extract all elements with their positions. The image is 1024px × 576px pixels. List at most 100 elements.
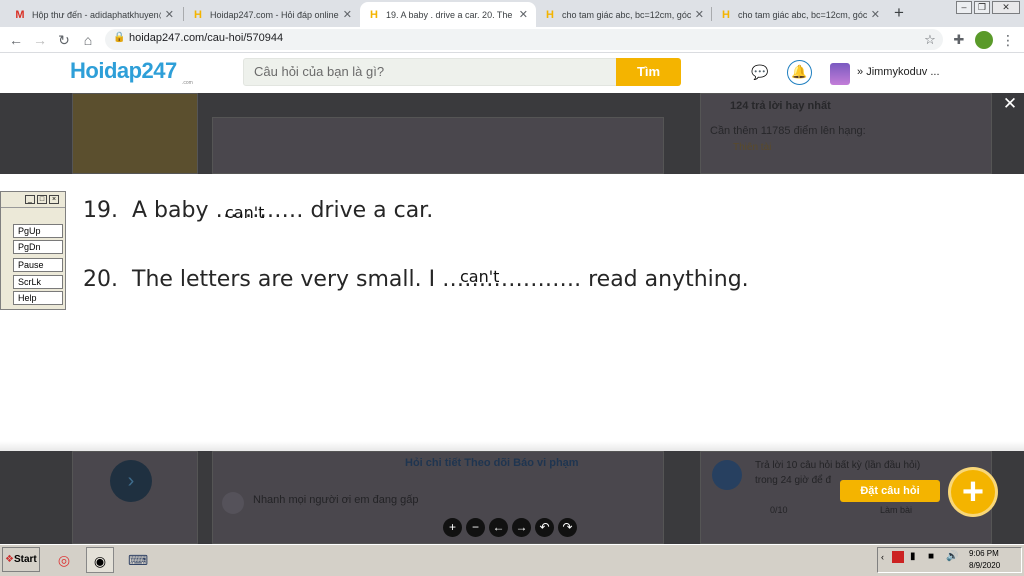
content-divider — [0, 441, 1024, 451]
hoidap-icon: H — [546, 8, 554, 21]
antivirus-icon[interactable] — [892, 551, 904, 563]
back-arrow-icon[interactable]: ← — [7, 31, 25, 49]
question-20: 20. The letters are very small. I ………………… — [83, 267, 749, 292]
close-window-button[interactable]: ✕ — [992, 1, 1020, 14]
question-text-before: A baby — [132, 198, 216, 223]
points-needed: Cần thêm 11785 điểm lên hạng: — [710, 125, 866, 137]
forward-arrow-icon[interactable]: → — [31, 31, 49, 49]
notification-bell-icon[interactable]: 🔔 — [787, 60, 812, 85]
osk-titlebar-divider — [1, 207, 65, 208]
tab-hoidap-home[interactable]: H Hoidap247.com - Hỏi đáp online nh ✕ — [184, 2, 360, 27]
handwritten-answer-20: can't — [460, 267, 500, 286]
search-button[interactable]: Tìm — [616, 58, 681, 86]
move-right-icon[interactable]: → — [512, 518, 531, 537]
tab-triangle-2[interactable]: H cho tam giác abc, bc=12cm, góc b ✕ — [712, 2, 888, 27]
minimize-window-button[interactable]: – — [956, 1, 972, 14]
onscreen-keyboard[interactable]: _ □ × PgUp PgDn Pause ScrLk Help — [0, 191, 66, 310]
profile-avatar[interactable] — [975, 31, 993, 49]
osk-minimize-button[interactable]: _ — [25, 195, 35, 204]
volume-icon[interactable]: 🔊 — [946, 551, 958, 562]
tab-question-active[interactable]: H 19. A baby . drive a car. 20. The le ✕ — [360, 2, 536, 27]
question-number: 19. — [83, 198, 118, 223]
avatar — [222, 492, 244, 514]
avatar[interactable] — [830, 63, 850, 85]
close-tab-icon[interactable]: ✕ — [695, 8, 704, 21]
tab-title: cho tam giác abc, bc=12cm, góc b — [738, 9, 867, 20]
clock-date[interactable]: 8/9/2020 — [969, 561, 1000, 570]
clock-time[interactable]: 9:06 PM — [969, 549, 999, 558]
close-tab-icon[interactable]: ✕ — [165, 8, 174, 21]
reply-prompt: Nhanh mọi người ơi em đang gấp — [253, 494, 419, 506]
tab-gmail[interactable]: M Hộp thư đến - adidaphatkhuyen@g ✕ — [6, 2, 182, 27]
menu-dots-icon[interactable]: ⋮ — [999, 31, 1017, 49]
reload-icon[interactable]: ↻ — [55, 31, 73, 49]
ask-question-button[interactable]: Đặt câu hỏi — [840, 480, 940, 502]
lock-icon: 🔒 — [113, 32, 126, 43]
promo-progress: 0/10 — [770, 505, 788, 515]
site-logo-sub: .com — [182, 80, 193, 86]
rotate-right-icon[interactable]: ↷ — [558, 518, 577, 537]
close-viewer-icon[interactable]: ✕ — [996, 93, 1024, 115]
maximize-window-button[interactable]: ❐ — [974, 1, 990, 14]
chevron-down-icon: » — [857, 66, 864, 78]
tab-title: cho tam giác abc, bc=12cm, góc b — [562, 9, 691, 20]
add-question-plus-icon[interactable]: + — [948, 467, 998, 517]
key-pgdn[interactable]: PgDn — [13, 240, 63, 254]
key-pause[interactable]: Pause — [13, 258, 63, 272]
chrome-icon[interactable]: ◉ — [86, 547, 114, 573]
gmail-icon: M — [15, 8, 25, 21]
rotate-left-icon[interactable]: ↶ — [535, 518, 554, 537]
tab-title: Hộp thư đến - adidaphatkhuyen@g — [32, 9, 161, 20]
app-icon[interactable]: ◎ — [50, 547, 78, 573]
best-answers-count: 124 trả lời hay nhất — [730, 100, 831, 112]
url-text: hoidap247.com/cau-hoi/570944 — [129, 32, 284, 44]
hoidap-icon: H — [722, 8, 730, 21]
zoom-out-icon[interactable]: − — [466, 518, 485, 537]
promo-banner — [72, 93, 198, 174]
username-text: Jimmykoduv ... — [866, 66, 940, 78]
key-pgup[interactable]: PgUp — [13, 224, 63, 238]
hoidap-icon: H — [194, 8, 202, 21]
windows-logo-icon: ❖ — [5, 554, 14, 565]
close-tab-icon[interactable]: ✕ — [871, 8, 880, 21]
question-number: 20. — [83, 267, 118, 292]
security-icon[interactable]: ■ — [928, 551, 934, 562]
close-tab-icon[interactable]: ✕ — [519, 8, 528, 21]
osk-maximize-button[interactable]: □ — [37, 195, 47, 204]
username[interactable]: » Jimmykoduv ... — [857, 66, 940, 78]
hoidap-icon: H — [370, 8, 378, 21]
tab-title: 19. A baby . drive a car. 20. The le — [386, 9, 515, 20]
bookmark-star-icon[interactable]: ☆ — [921, 31, 939, 49]
rank-label: Thiên tài — [733, 142, 772, 153]
zoom-in-icon[interactable]: + — [443, 518, 462, 537]
network-icon[interactable]: ▮ — [910, 551, 916, 562]
extensions-icon[interactable]: ✚ — [950, 31, 968, 49]
keyboard-app-icon[interactable]: ⌨ — [124, 547, 152, 573]
start-label: Start — [13, 554, 37, 565]
new-tab-button[interactable]: + — [894, 3, 904, 23]
question-action-tabs[interactable]: Hỏi chi tiết Theo dõi Báo vi phạm — [405, 457, 579, 469]
tab-triangle-1[interactable]: H cho tam giác abc, bc=12cm, góc b ✕ — [536, 2, 712, 27]
promo-action[interactable]: Làm bài — [880, 505, 912, 515]
taskbar — [0, 544, 1024, 576]
question-text-after: drive a car. — [303, 198, 434, 223]
home-icon[interactable]: ⌂ — [79, 31, 97, 49]
search-input[interactable]: Câu hỏi của bạn là gì? — [243, 58, 617, 86]
handwritten-answer-19: can't — [225, 203, 265, 222]
promo-icon — [712, 460, 742, 490]
key-help[interactable]: Help — [13, 291, 63, 305]
promo-line-1: Trả lời 10 câu hỏi bất kỳ (lần đầu hỏi) — [755, 460, 921, 471]
question-text-before: The letters are very small. I — [132, 267, 443, 292]
tray-expand-icon[interactable]: ‹ — [881, 552, 884, 562]
start-button[interactable]: ❖Start — [2, 547, 40, 572]
close-tab-icon[interactable]: ✕ — [343, 8, 352, 21]
osk-close-button[interactable]: × — [49, 195, 59, 204]
question-card — [212, 117, 664, 174]
site-logo[interactable]: Hoidap247 — [70, 58, 177, 84]
chevron-right-icon[interactable]: › — [110, 460, 152, 502]
chat-icon[interactable]: 💬 — [750, 62, 770, 82]
key-scrlk[interactable]: ScrLk — [13, 275, 63, 289]
tab-title: Hoidap247.com - Hỏi đáp online nh — [210, 9, 339, 20]
move-left-icon[interactable]: ← — [489, 518, 508, 537]
question-text-after: read anything. — [581, 267, 749, 292]
